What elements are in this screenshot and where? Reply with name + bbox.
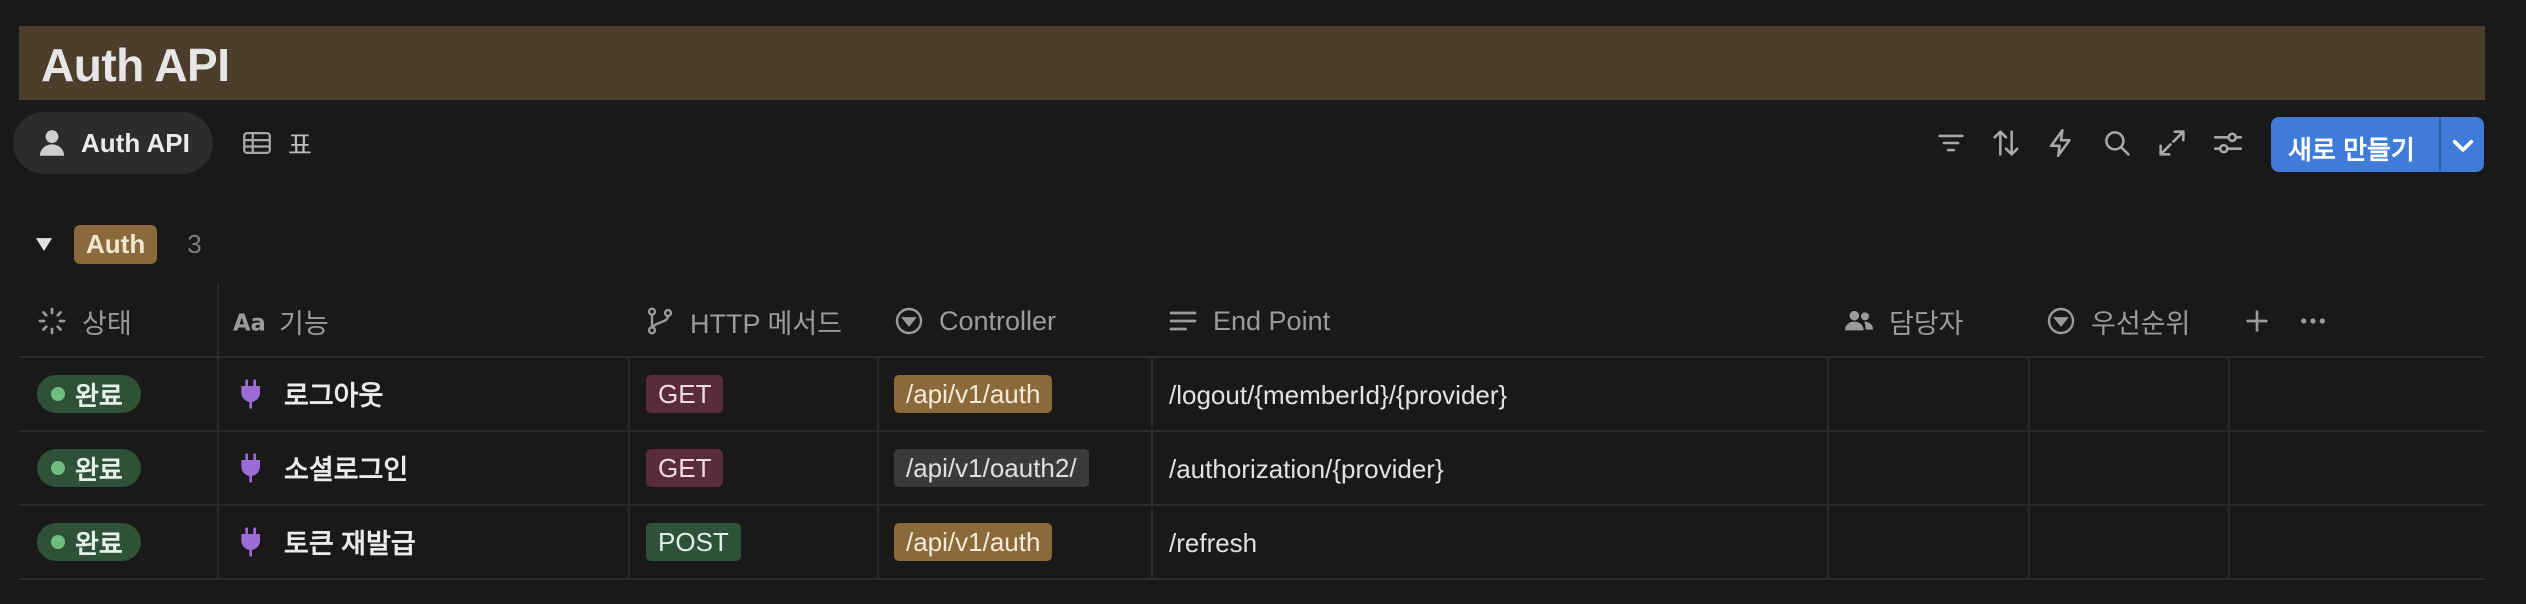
branch-icon — [647, 307, 673, 335]
person-icon — [39, 130, 65, 156]
column-divider — [1827, 356, 1829, 580]
select-circle-icon — [895, 307, 923, 335]
feature-label: 소셜로그인 — [284, 455, 409, 485]
expand-icon[interactable] — [2155, 126, 2189, 160]
page-title[interactable]: Auth API — [41, 38, 230, 92]
table-icon — [243, 131, 271, 155]
column-divider — [1151, 356, 1153, 580]
group-count: 3 — [187, 228, 202, 259]
column-divider — [2228, 356, 2230, 580]
column-header-assignee[interactable]: 담당자 — [1843, 298, 1964, 344]
column-header-status[interactable]: 상태 — [36, 298, 132, 344]
column-header-endpoint[interactable]: End Point — [1167, 298, 1330, 344]
status-label: 완료 — [75, 454, 123, 485]
endpoint-text[interactable]: /logout/{memberId}/{provider} — [1169, 380, 1507, 411]
row-divider — [19, 504, 2485, 506]
controller-tag: /api/v1/auth — [894, 523, 1053, 561]
column-divider — [877, 356, 879, 580]
filter-icon[interactable] — [1934, 126, 1968, 160]
search-icon[interactable] — [2100, 126, 2134, 160]
feature-cell[interactable]: 로그아웃 — [236, 374, 383, 413]
header-divider — [19, 356, 2485, 358]
feature-cell[interactable]: 토큰 재발급 — [236, 522, 416, 561]
status-dot — [51, 387, 65, 401]
column-divider — [217, 284, 219, 580]
plug-icon — [241, 378, 260, 409]
column-divider — [628, 356, 630, 580]
row-divider — [19, 578, 2485, 580]
controller-tag: /api/v1/oauth2/ — [894, 449, 1089, 487]
endpoint-text[interactable]: /refresh — [1169, 528, 1257, 559]
column-header-label: 기능 — [279, 308, 329, 339]
status-badge[interactable]: 완료 — [37, 375, 141, 413]
status-label: 완료 — [75, 528, 123, 559]
column-header-http-method[interactable]: HTTP 메서드 — [644, 298, 842, 344]
view-tab-auth-api[interactable]: Auth API — [13, 112, 213, 174]
column-divider — [2028, 356, 2030, 580]
column-header-label: 담당자 — [1889, 308, 1964, 339]
column-header-priority[interactable]: 우선순위 — [2045, 298, 2190, 344]
settings-sliders-icon[interactable] — [2211, 126, 2245, 160]
more-options-icon[interactable] — [2297, 305, 2329, 337]
endpoint-text[interactable]: /authorization/{provider} — [1169, 454, 1444, 485]
column-header-label: 우선순위 — [2091, 308, 2191, 339]
row-divider — [19, 430, 2485, 432]
method-tag: GET — [646, 375, 724, 413]
column-header-feature[interactable]: Aa 기능 — [233, 298, 329, 344]
chevron-down-icon[interactable] — [2443, 125, 2483, 165]
feature-label: 토큰 재발급 — [284, 529, 416, 559]
new-button[interactable]: 새로 만들기 — [2271, 117, 2484, 172]
view-tab-label: Auth API — [81, 127, 190, 158]
page-title-bar: Auth API — [19, 26, 2485, 100]
view-tab-table[interactable]: 표 — [240, 112, 312, 174]
group-badge: Auth — [74, 224, 158, 264]
status-badge[interactable]: 완료 — [37, 449, 141, 487]
column-header-label: HTTP 메서드 — [690, 308, 843, 339]
plug-icon — [241, 452, 260, 483]
feature-cell[interactable]: 소셜로그인 — [236, 448, 408, 487]
lightning-icon[interactable] — [2044, 126, 2078, 160]
method-tag: POST — [646, 523, 741, 561]
lines-icon — [1169, 311, 1197, 331]
column-header-label: End Point — [1213, 305, 1331, 336]
view-tab-label: 표 — [288, 129, 312, 160]
status-dot — [51, 461, 65, 475]
status-badge[interactable]: 완료 — [37, 523, 141, 561]
people-icon — [1845, 310, 1873, 331]
method-tag: GET — [646, 449, 724, 487]
status-dot — [51, 535, 65, 549]
sort-icon[interactable] — [1989, 126, 2023, 160]
status-spinner-icon — [38, 307, 66, 335]
svg-text:Aa: Aa — [233, 310, 265, 336]
column-header-label: 상태 — [82, 308, 132, 339]
add-property-icon[interactable] — [2241, 305, 2273, 337]
select-circle-icon — [2047, 307, 2075, 335]
controller-tag: /api/v1/auth — [894, 375, 1053, 413]
plug-icon — [241, 526, 260, 557]
caret-down-icon[interactable] — [30, 230, 58, 258]
column-header-controller[interactable]: Controller — [893, 298, 1056, 344]
feature-label: 로그아웃 — [284, 381, 384, 411]
new-button-label: 새로 만들기 — [2288, 135, 2415, 165]
new-button-divider — [2439, 117, 2441, 172]
text-aa-icon: Aa — [233, 310, 265, 336]
column-header-label: Controller — [939, 305, 1057, 336]
status-label: 완료 — [75, 380, 123, 411]
group-header: Auth 3 — [30, 222, 202, 266]
